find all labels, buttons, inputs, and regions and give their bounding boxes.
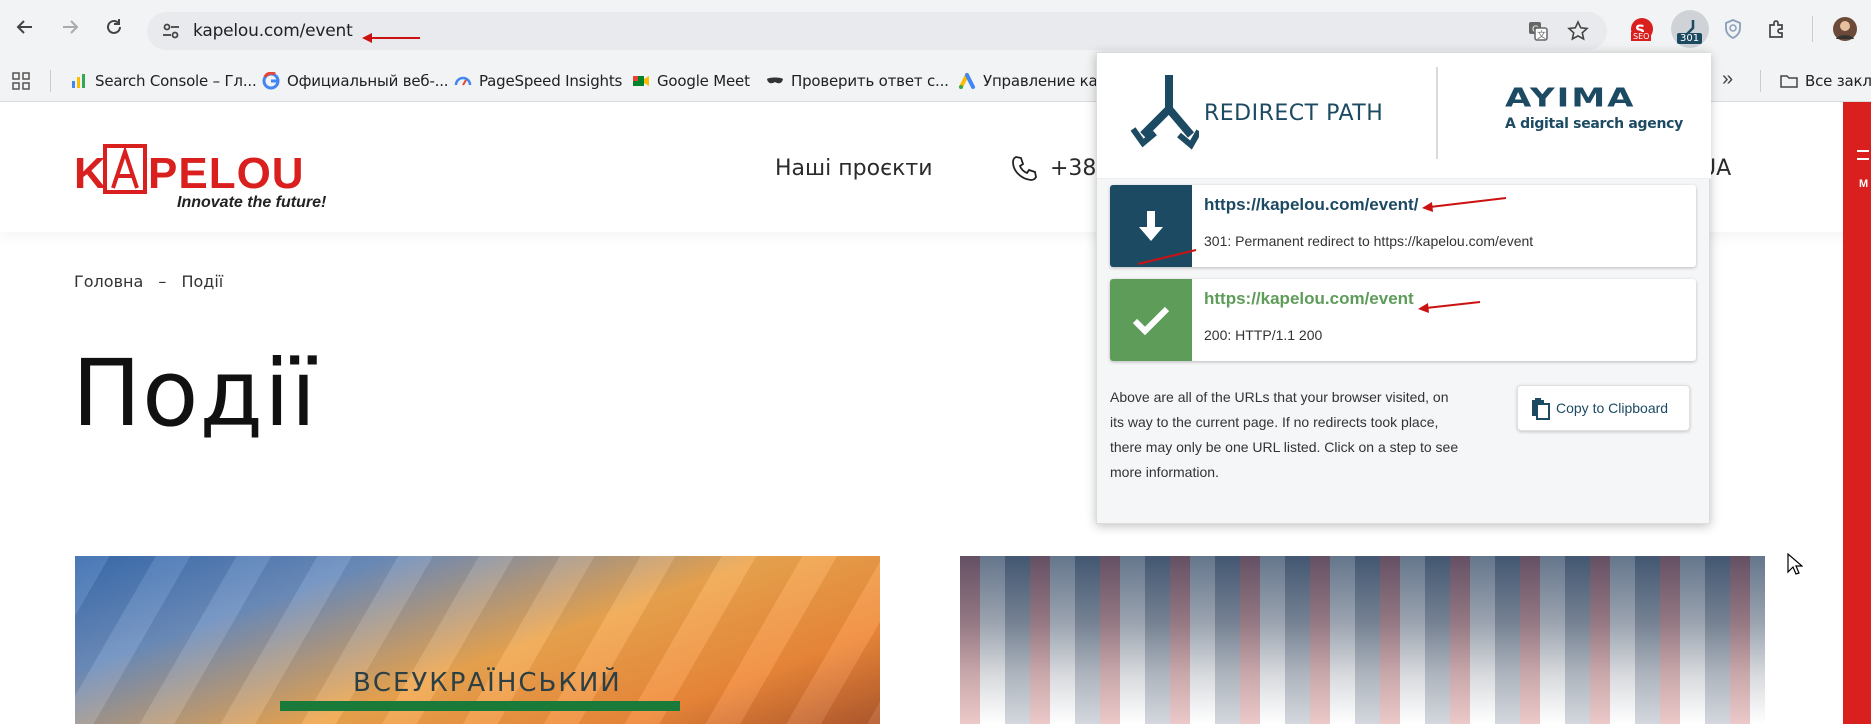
forward-button[interactable] (55, 12, 85, 42)
menu-line-icon (1857, 150, 1869, 152)
side-menu-tab[interactable]: М (1843, 102, 1871, 724)
clipboard-icon (1532, 398, 1550, 420)
more-bookmarks-button[interactable]: » (1722, 68, 1733, 91)
bookmark-label: Search Console – Гл... (95, 72, 257, 90)
meet-icon (633, 76, 649, 86)
ayima-tagline: A digital search agency (1505, 116, 1683, 132)
final-step-url[interactable]: https://kapelou.com/event (1204, 289, 1414, 309)
all-bookmarks-folder[interactable]: Все закл (1780, 69, 1871, 93)
pagespeed-icon (454, 76, 472, 86)
bookmark-label: Google Meet (657, 72, 750, 90)
bookmark-check-answer[interactable]: Проверить ответ с... (766, 69, 949, 93)
event-card-image (960, 556, 1765, 724)
annotation-arrow (1422, 197, 1507, 212)
google-ads-icon (959, 73, 975, 89)
redirect-step-status: 301: Permanent redirect to https://kapel… (1204, 233, 1534, 249)
redirect-path-popup: REDIRECT PATH AYIMA A digital search age… (1096, 52, 1711, 524)
svg-text:K: K (74, 149, 107, 198)
avatar-icon (1833, 17, 1857, 41)
svg-text:Innovate the future!: Innovate the future! (177, 194, 327, 211)
header-divider (1436, 67, 1438, 159)
logo-graphic: K PELOU Innovate the future! (74, 144, 327, 211)
seo-extension-button[interactable]: S SEO (1627, 14, 1657, 44)
copy-button-label: Copy to Clipboard (1556, 400, 1669, 416)
back-button[interactable] (10, 12, 40, 42)
final-step-icon-box (1110, 279, 1192, 361)
bookmark-label: Проверить ответ с... (791, 72, 949, 90)
breadcrumb-current: Події (181, 272, 224, 291)
breadcrumb-separator: – (158, 272, 167, 291)
site-settings-icon[interactable] (161, 21, 181, 41)
event-card-2[interactable] (960, 556, 1765, 724)
shield-icon (1725, 19, 1741, 40)
annotation-arrow (362, 33, 420, 43)
kapelou-logo[interactable]: K PELOU Innovate the future! (74, 134, 344, 214)
mask-icon (767, 77, 783, 84)
event-card-bar (280, 701, 680, 711)
final-step[interactable]: https://kapelou.com/event 200: HTTP/1.1 … (1110, 279, 1696, 361)
bookmark-label: Управление кам (983, 72, 1109, 90)
nav-projects-link[interactable]: Наші проєкти (775, 156, 933, 181)
puzzle-icon (1769, 20, 1783, 38)
redirect-path-logo-icon (1130, 75, 1199, 150)
url-text[interactable]: kapelou.com/event (193, 21, 353, 41)
profile-avatar[interactable] (1830, 14, 1860, 44)
back-arrow-icon (16, 20, 32, 34)
ayima-logo[interactable]: AYIMA (1505, 83, 1635, 113)
bookmarks-divider (50, 70, 51, 92)
forward-arrow-icon (63, 20, 79, 34)
reload-button[interactable] (99, 12, 129, 42)
google-icon (262, 72, 280, 90)
bookmark-label: PageSpeed Insights (479, 72, 623, 90)
final-step-status: 200: HTTP/1.1 200 (1204, 327, 1323, 343)
page-title: Події (72, 340, 318, 447)
bookmark-pagespeed[interactable]: PageSpeed Insights (454, 69, 622, 93)
seo-badge: SEO (1631, 32, 1652, 41)
redirect-step-url[interactable]: https://kapelou.com/event/ (1204, 195, 1418, 215)
event-card-image (75, 556, 880, 724)
privacy-extension-button[interactable] (1718, 14, 1748, 44)
popup-info-text: Above are all of the URLs that your brow… (1110, 389, 1459, 480)
svg-text:PELOU: PELOU (148, 149, 305, 198)
all-bookmarks-label: Все закл (1805, 72, 1871, 90)
bookmark-google[interactable]: Официальный веб-... (262, 69, 449, 93)
bookmark-label: Официальный веб-... (287, 72, 449, 90)
svg-text:文: 文 (1537, 29, 1546, 41)
folder-icon (1780, 75, 1798, 88)
event-card-caption: ВСЕУКРАЇНСЬКИЙ (353, 668, 622, 698)
toolbar-divider (1812, 16, 1813, 42)
breadcrumb-home[interactable]: Головна (74, 272, 143, 291)
menu-line-icon (1857, 158, 1869, 160)
bookmark-google-meet[interactable]: Google Meet (632, 69, 750, 93)
apps-grid-icon[interactable] (12, 72, 30, 90)
side-menu-label: М (1859, 178, 1869, 190)
search-console-icon (72, 74, 85, 88)
checkmark-icon (1132, 306, 1170, 335)
bookmarks-divider-right (1760, 70, 1761, 92)
copy-to-clipboard-button[interactable]: Copy to Clipboard (1517, 385, 1690, 431)
bookmark-star-icon[interactable] (1567, 20, 1589, 42)
translate-icon[interactable]: G文 (1527, 20, 1549, 42)
event-card-1[interactable]: ВСЕУКРАЇНСЬКИЙ (75, 556, 880, 724)
mouse-cursor-icon (1787, 553, 1803, 575)
redirect-count-badge: 301 (1677, 33, 1703, 44)
annotation-arrow (1137, 249, 1197, 265)
bookmark-google-ads[interactable]: Управление кам (958, 69, 1109, 93)
browser-toolbar: kapelou.com/event G文 S SEO 301 (0, 0, 1871, 60)
breadcrumb: Головна – Події (74, 272, 233, 291)
bookmark-search-console[interactable]: Search Console – Гл... (70, 69, 257, 93)
phone-icon (1012, 156, 1037, 181)
popup-header: REDIRECT PATH AYIMA A digital search age… (1097, 53, 1711, 179)
extensions-menu-button[interactable] (1762, 14, 1792, 44)
annotation-arrow (1418, 301, 1481, 313)
reload-icon (107, 19, 121, 34)
redirect-path-title: REDIRECT PATH (1204, 101, 1384, 126)
down-arrow-icon (1139, 211, 1163, 241)
redirect-path-extension-button[interactable]: 301 (1671, 10, 1709, 48)
